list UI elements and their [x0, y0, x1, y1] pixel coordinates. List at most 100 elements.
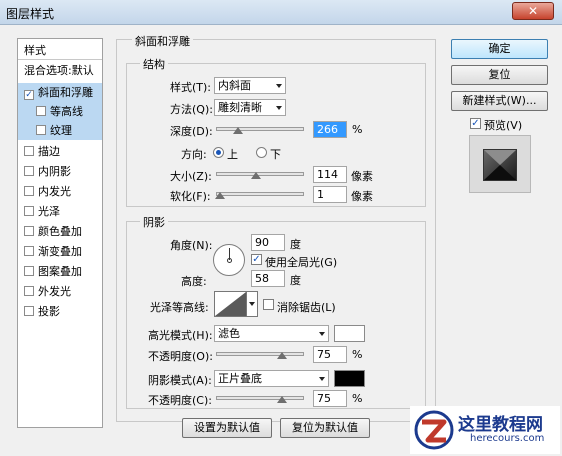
- highlight-opacity-label: 不透明度(O):: [148, 350, 213, 363]
- style-item-gradient-overlay[interactable]: 渐变叠加: [18, 242, 102, 261]
- style-item-contour[interactable]: 等高线: [18, 102, 102, 121]
- style-preview-thumbnail: [469, 135, 531, 193]
- global-light-checkbox[interactable]: ✓: [251, 254, 262, 265]
- soften-input[interactable]: 1: [313, 186, 347, 203]
- highlight-opacity-thumb[interactable]: [277, 349, 287, 359]
- size-slider[interactable]: [216, 168, 304, 180]
- depth-slider-thumb[interactable]: [233, 124, 243, 134]
- styles-list: 样式 混合选项:默认 ✓ 斜面和浮雕 等高线 纹理 描边 内阴影 内发光 光泽 颜…: [17, 38, 103, 428]
- drop-shadow-checkbox[interactable]: [24, 306, 34, 316]
- highlight-color-swatch[interactable]: [334, 325, 365, 342]
- antialias-checkbox[interactable]: [263, 299, 274, 310]
- global-light-label: 使用全局光(G): [265, 256, 338, 269]
- reset-button[interactable]: 复位: [451, 65, 548, 85]
- shadow-opacity-unit: %: [352, 392, 363, 405]
- angle-unit: 度: [290, 238, 301, 251]
- chevron-down-icon: [276, 84, 282, 88]
- title-bar: 图层样式 ✕: [0, 0, 562, 25]
- preview-checkbox[interactable]: ✓: [470, 118, 481, 129]
- style-item-texture[interactable]: 纹理: [18, 121, 102, 140]
- angle-label: 角度(N):: [170, 239, 213, 252]
- style-item-drop-shadow[interactable]: 投影: [18, 302, 102, 321]
- depth-slider[interactable]: [216, 123, 304, 135]
- shadow-opacity-slider[interactable]: [216, 392, 304, 404]
- size-slider-thumb[interactable]: [251, 169, 262, 179]
- soften-unit: 像素: [351, 190, 373, 203]
- pattern-overlay-checkbox[interactable]: [24, 266, 34, 276]
- altitude-input[interactable]: 58: [251, 270, 285, 287]
- highlight-opacity-slider[interactable]: [216, 348, 304, 360]
- altitude-label: 高度:: [181, 275, 207, 288]
- size-label: 大小(Z):: [170, 170, 212, 183]
- altitude-unit: 度: [290, 274, 301, 287]
- style-item-inner-glow[interactable]: 内发光: [18, 182, 102, 201]
- style-item-color-overlay[interactable]: 颜色叠加: [18, 222, 102, 241]
- angle-dial[interactable]: [213, 244, 245, 276]
- close-icon: ✕: [527, 4, 539, 18]
- bevel-checkbox[interactable]: ✓: [24, 90, 34, 100]
- highlight-opacity-unit: %: [352, 348, 363, 361]
- shadow-opacity-input[interactable]: 75: [313, 390, 347, 407]
- soften-slider-thumb[interactable]: [215, 189, 226, 199]
- soften-label: 软化(F):: [170, 190, 211, 203]
- preview-label: 预览(V): [484, 119, 523, 132]
- outer-glow-checkbox[interactable]: [24, 286, 34, 296]
- technique-select[interactable]: 雕刻清晰: [214, 99, 286, 116]
- technique-label: 方法(Q):: [170, 103, 213, 116]
- direction-up-label: 上: [227, 148, 238, 161]
- highlight-opacity-input[interactable]: 75: [313, 346, 347, 363]
- style-item-bevel-emboss[interactable]: ✓ 斜面和浮雕: [18, 83, 102, 102]
- antialias-label: 消除锯齿(L): [277, 301, 336, 314]
- chevron-down-icon: [319, 332, 325, 336]
- ok-button[interactable]: 确定: [451, 39, 548, 59]
- texture-checkbox[interactable]: [36, 125, 46, 135]
- satin-checkbox[interactable]: [24, 206, 34, 216]
- depth-unit: %: [352, 123, 363, 136]
- gloss-contour-thumbnail[interactable]: [214, 291, 247, 317]
- direction-up-radio[interactable]: [213, 147, 224, 158]
- style-item-pattern-overlay[interactable]: 图案叠加: [18, 262, 102, 281]
- styles-header[interactable]: 样式: [18, 41, 102, 60]
- shadow-opacity-label: 不透明度(C):: [148, 394, 212, 407]
- direction-down-radio[interactable]: [256, 147, 267, 158]
- style-item-inner-shadow[interactable]: 内阴影: [18, 162, 102, 181]
- stroke-checkbox[interactable]: [24, 146, 34, 156]
- reset-default-button[interactable]: 复位为默认值: [280, 418, 370, 438]
- chevron-down-icon: [319, 377, 325, 381]
- size-input[interactable]: 114: [313, 166, 347, 183]
- site-logo-icon: [414, 410, 454, 450]
- dialog-body: 样式 混合选项:默认 ✓ 斜面和浮雕 等高线 纹理 描边 内阴影 内发光 光泽 颜…: [0, 25, 562, 456]
- direction-down-label: 下: [270, 148, 281, 161]
- watermark-title: 这里教程网: [458, 415, 543, 435]
- style-item-stroke[interactable]: 描边: [18, 142, 102, 161]
- direction-label: 方向:: [181, 148, 207, 161]
- style-item-satin[interactable]: 光泽: [18, 202, 102, 221]
- shadow-mode-label: 阴影模式(A):: [148, 374, 212, 387]
- inner-glow-checkbox[interactable]: [24, 186, 34, 196]
- style-select[interactable]: 内斜面: [214, 77, 286, 94]
- style-item-outer-glow[interactable]: 外发光: [18, 282, 102, 301]
- soften-slider[interactable]: [215, 188, 304, 200]
- blending-options-item[interactable]: 混合选项:默认: [18, 61, 102, 80]
- shadow-color-swatch[interactable]: [334, 370, 365, 387]
- chevron-down-icon: [249, 302, 255, 306]
- size-unit: 像素: [351, 170, 373, 183]
- gradient-overlay-checkbox[interactable]: [24, 246, 34, 256]
- set-default-button[interactable]: 设置为默认值: [182, 418, 272, 438]
- chevron-down-icon: [276, 106, 282, 110]
- shadow-mode-select[interactable]: 正片叠底: [214, 370, 329, 387]
- watermark-url: herecours.com: [470, 433, 545, 444]
- depth-input[interactable]: 266: [313, 121, 347, 138]
- gloss-contour-dropdown[interactable]: [247, 291, 258, 317]
- highlight-mode-label: 高光模式(H):: [148, 329, 213, 342]
- color-overlay-checkbox[interactable]: [24, 226, 34, 236]
- inner-shadow-checkbox[interactable]: [24, 166, 34, 176]
- highlight-mode-select[interactable]: 滤色: [214, 325, 329, 342]
- bevel-emboss-title: 斜面和浮雕: [132, 33, 193, 49]
- angle-input[interactable]: 90: [251, 234, 285, 251]
- contour-checkbox[interactable]: [36, 106, 46, 116]
- close-button[interactable]: ✕: [512, 2, 554, 20]
- shadow-opacity-thumb[interactable]: [277, 393, 287, 403]
- style-label: 样式(T):: [170, 81, 212, 94]
- new-style-button[interactable]: 新建样式(W)...: [451, 91, 548, 111]
